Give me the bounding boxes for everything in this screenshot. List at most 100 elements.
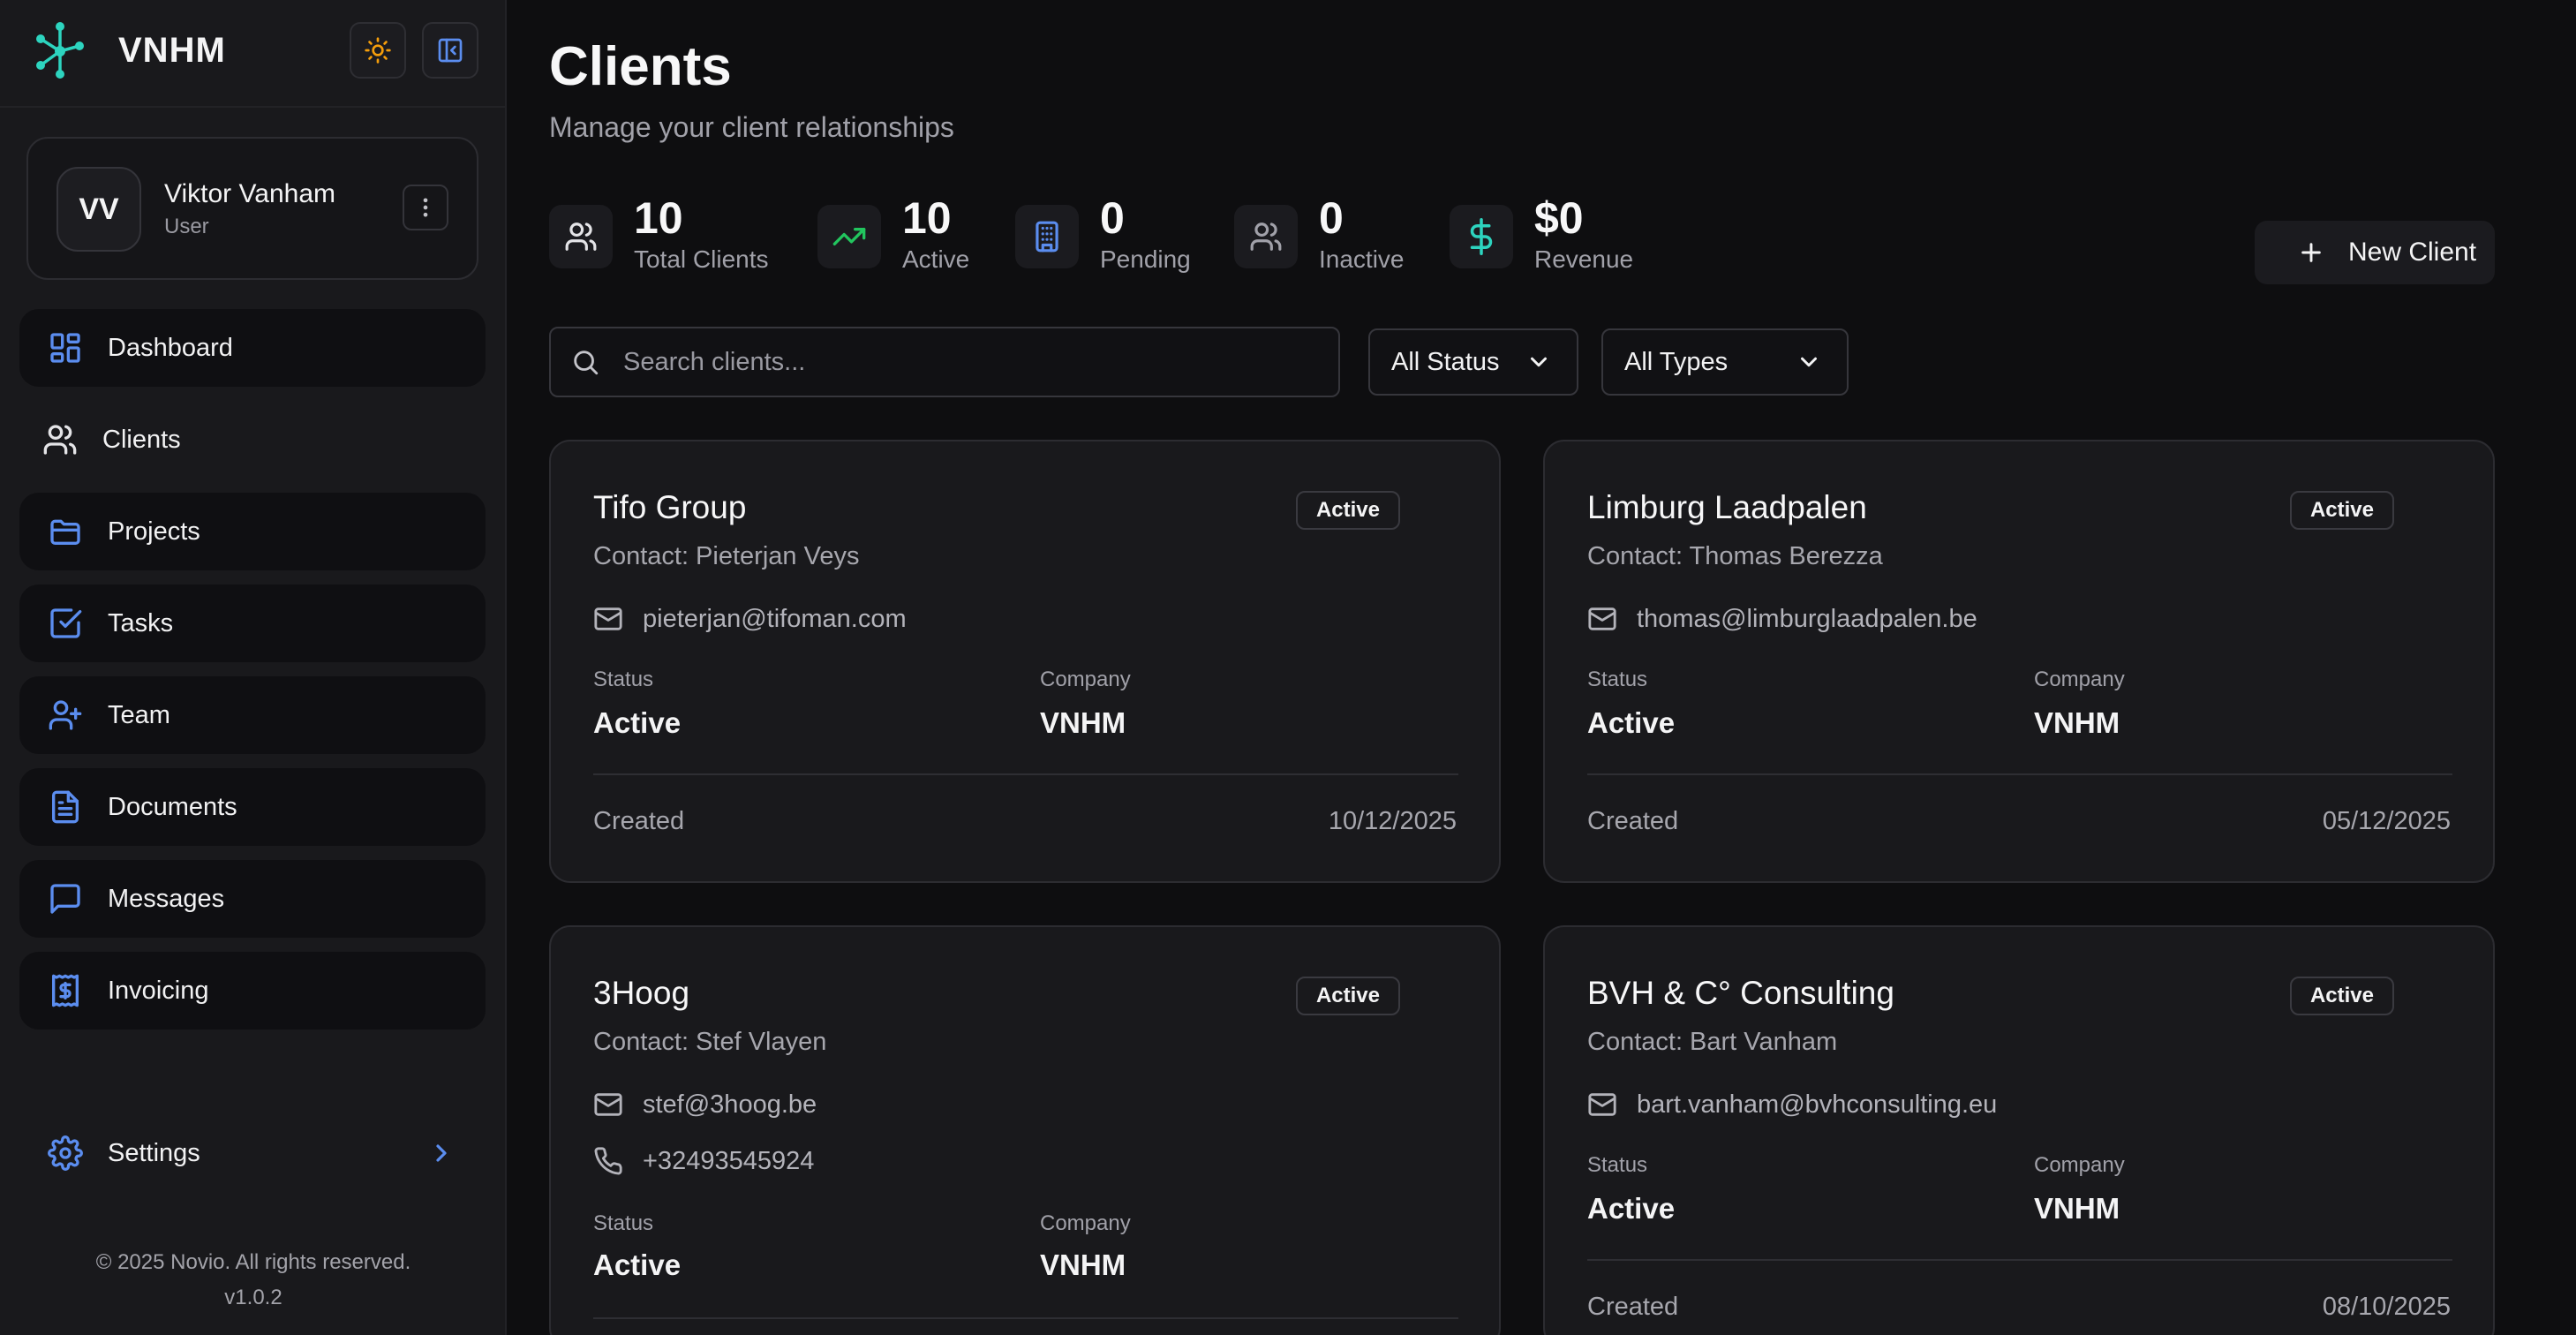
client-email: pieterjan@tifoman.com [643,604,907,633]
user-plus-icon [49,700,82,730]
users-icon [43,425,77,455]
receipt-icon [52,974,79,1007]
user-name: Viktor Vanham [164,179,335,208]
client-email: stef@3hoog.be [643,1090,817,1119]
company-value: VNHM [2034,1192,2120,1225]
client-card[interactable]: BVH & C° Consulting Active Contact: Bart… [1543,925,2495,1335]
user-menu-button[interactable] [403,185,448,230]
status-badge: Active [1296,491,1400,530]
brand-name: VNHM [118,30,226,70]
phone-icon [594,1147,622,1175]
stat-total-clients: 10 Total Clients [549,194,769,283]
footer-copyright: © 2025 Novio. All rights reserved. [95,1250,411,1274]
sidebar: VNHM VV Viktor Vanham User Dashboard Cli… [0,0,507,1335]
brand[interactable]: VNHM [34,19,226,81]
status-filter-select[interactable]: All Status [1368,328,1578,396]
stat-value: $0 [1534,193,1584,243]
stat-value: 10 [902,193,952,243]
user-card: VV Viktor Vanham User [26,137,478,280]
mail-icon [1588,607,1616,630]
search-input[interactable] [623,347,1312,377]
logo-icon [36,22,84,79]
stat-pending: 0 Pending [1015,194,1191,283]
sidebar-item-label: Tasks [108,608,174,637]
company-value: VNHM [1040,1248,1126,1281]
client-email: bart.vanham@bvhconsulting.eu [1637,1090,1998,1119]
page-title: Clients [549,36,732,97]
sidebar-collapse-icon [438,38,463,63]
dollar-icon [1470,218,1493,255]
folder-icon [50,519,80,545]
page-subtitle: Manage your client relationships [549,111,954,143]
status-value: Active [593,706,682,739]
mail-icon [594,607,622,630]
status-label: Status [1587,1153,1648,1177]
status-label: Status [593,668,654,691]
mail-icon [594,1093,622,1116]
sidebar-item-documents[interactable]: Documents [19,768,486,846]
stat-label: Inactive [1319,245,1405,273]
chevron-right-icon [436,1144,447,1162]
client-email-row[interactable]: thomas@limburglaadpalen.be [1587,604,1977,634]
avatar[interactable]: VV [56,167,141,252]
stat-value: 10 [634,193,683,243]
search-icon [574,351,599,375]
client-email-row[interactable]: stef@3hoog.be [593,1090,817,1120]
more-vertical-icon [423,198,428,217]
client-email-row[interactable]: bart.vanham@bvhconsulting.eu [1587,1090,1997,1120]
created-date: 10/12/2025 [1328,807,1457,835]
gear-icon [48,1135,83,1171]
client-name: Limburg Laadpalen [1587,489,1867,525]
stat-value: 0 [1100,193,1125,243]
footer-version: v1.0.2 [224,1286,282,1309]
search-box [549,327,1340,397]
plus-icon [2301,243,2321,262]
chevron-down-icon [1801,357,1817,367]
sidebar-item-tasks[interactable]: Tasks [19,585,486,662]
users-icon [565,222,597,251]
created-date: 08/10/2025 [2322,1293,2451,1321]
status-label: Status [593,1211,654,1235]
company-value: VNHM [2034,706,2120,739]
sidebar-item-label: Documents [108,792,237,821]
stat-label: Revenue [1534,245,1634,273]
user-role: User [164,215,209,238]
client-contact: Contact: Thomas Berezza [1587,542,1883,570]
client-name: BVH & C° Consulting [1587,975,1894,1011]
document-icon [52,790,79,824]
client-card[interactable]: Tifo Group Active Contact: Pieterjan Vey… [549,440,1501,883]
stat-inactive: 0 Inactive [1234,194,1405,283]
sidebar-item-projects[interactable]: Projects [19,493,486,570]
client-email-row[interactable]: pieterjan@tifoman.com [593,604,907,634]
sidebar-item-invoicing[interactable]: Invoicing [19,952,486,1030]
company-label: Company [1040,668,1131,691]
sun-icon [365,37,391,64]
collapse-sidebar-button[interactable] [422,22,478,79]
status-badge: Active [2290,491,2394,530]
sidebar-item-label: Settings [108,1138,200,1167]
sidebar-item-label: Team [108,700,170,729]
sidebar-item-dashboard[interactable]: Dashboard [19,309,486,387]
client-card[interactable]: 3Hoog Active Contact: Stef Vlayen stef@3… [549,925,1501,1335]
client-phone-row[interactable]: +32493545924 [593,1146,814,1176]
client-phone: +32493545924 [643,1146,815,1175]
sidebar-item-settings[interactable]: Settings [19,1118,486,1188]
created-label: Created [1587,1293,1679,1321]
building-icon [1036,221,1058,253]
card-divider [1587,1259,2452,1261]
sidebar-item-clients[interactable]: Clients [19,401,486,479]
company-label: Company [2034,668,2125,691]
theme-toggle-button[interactable] [350,22,406,79]
client-contact: Contact: Pieterjan Veys [593,542,860,570]
type-filter-select[interactable]: All Types [1601,328,1849,396]
new-client-button[interactable]: New Client [2255,221,2495,284]
sidebar-item-messages[interactable]: Messages [19,860,486,938]
card-divider [593,1317,1458,1319]
created-label: Created [1587,807,1679,835]
stat-active: 10 Active [817,194,969,283]
client-name: Tifo Group [593,489,747,525]
sidebar-item-team[interactable]: Team [19,676,486,754]
client-contact: Contact: Bart Vanham [1587,1028,1838,1056]
client-card[interactable]: Limburg Laadpalen Active Contact: Thomas… [1543,440,2495,883]
client-name: 3Hoog [593,975,690,1011]
